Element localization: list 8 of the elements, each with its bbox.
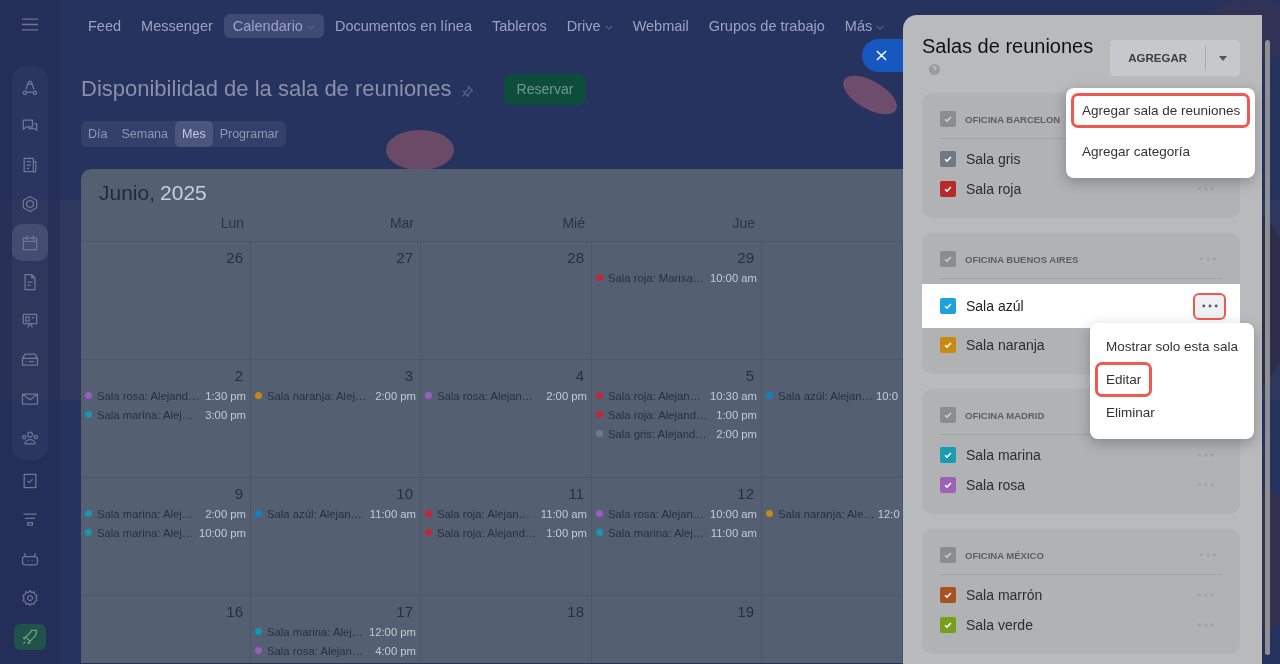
group-name: OFICINA BARCELON bbox=[965, 113, 1061, 125]
page-title: Disponibilidad de la sala de reuniones bbox=[81, 76, 452, 102]
month-label: Junio, bbox=[99, 181, 156, 204]
year-label: 2025 bbox=[160, 181, 207, 204]
group-name: OFICINA MADRID bbox=[965, 409, 1045, 421]
panel-title: Salas de reuniones bbox=[922, 35, 1094, 58]
group-name: OFICINA BUENOS AIRES bbox=[965, 253, 1079, 265]
group-name: OFICINA MÉXICO bbox=[965, 549, 1044, 561]
